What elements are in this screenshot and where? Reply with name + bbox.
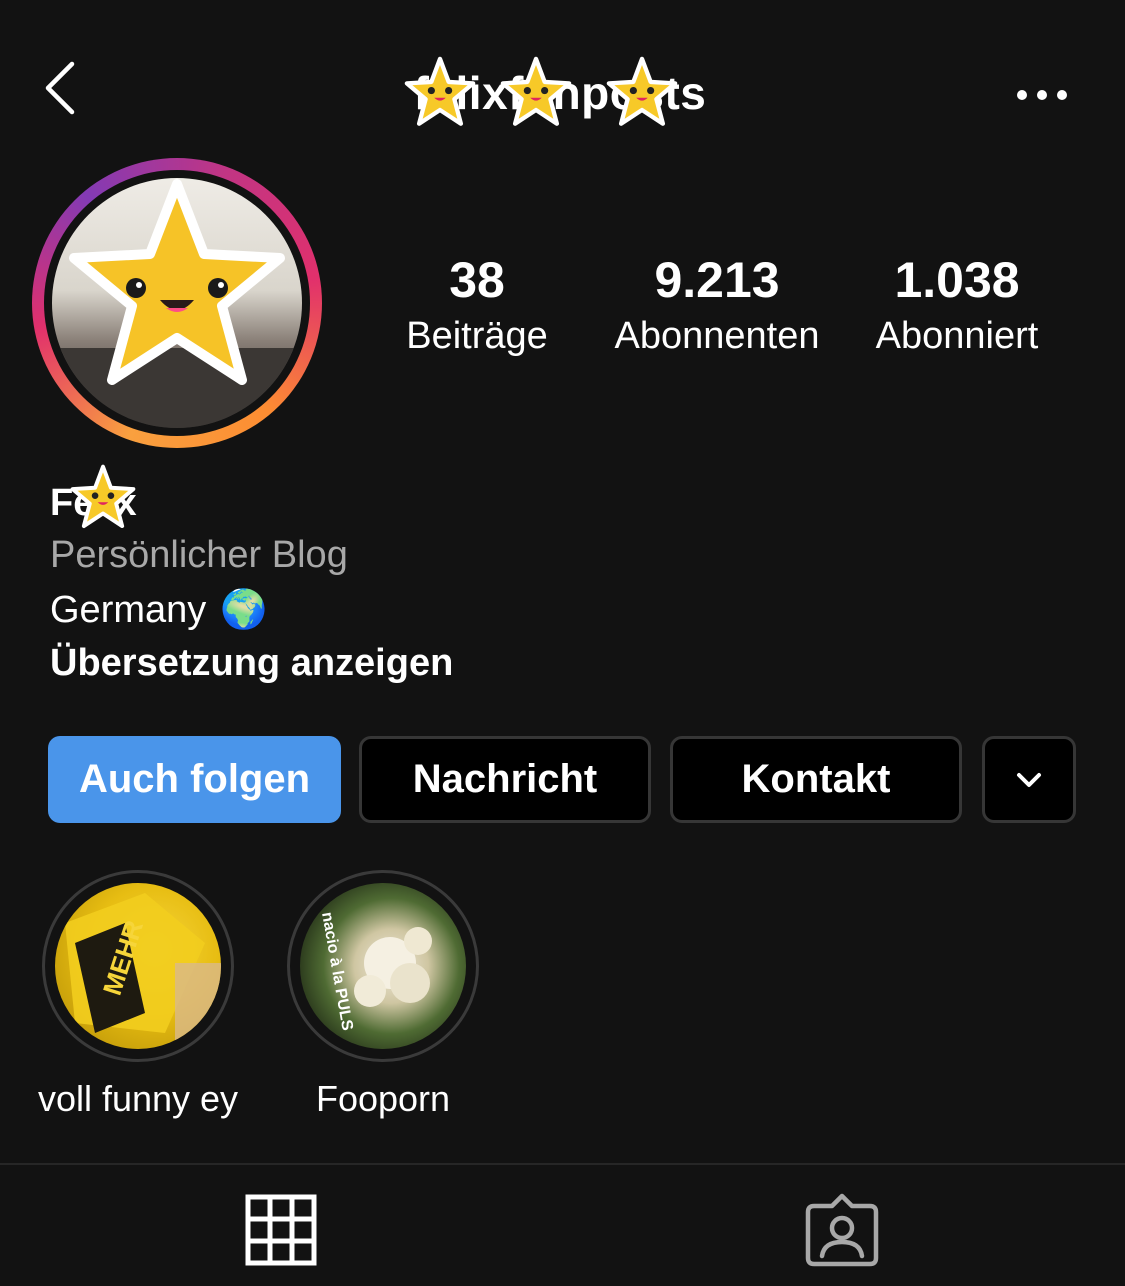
- star-sticker-icon: [606, 56, 678, 126]
- message-button[interactable]: Nachricht: [359, 736, 651, 823]
- highlight-item[interactable]: MEHR voll funny ey: [18, 870, 258, 1120]
- posts-count: 38: [449, 252, 505, 308]
- highlight-label: Fooporn: [315, 1078, 451, 1119]
- avatar[interactable]: [52, 178, 302, 428]
- highlight-label: voll funny ey: [37, 1078, 239, 1119]
- chevron-down-icon: [1017, 772, 1041, 787]
- bag-photo-icon: MEHR: [65, 893, 221, 1049]
- more-options-button[interactable]: [1012, 80, 1072, 110]
- stat-posts[interactable]: 38 Beiträge: [357, 252, 597, 362]
- suggested-accounts-button[interactable]: [982, 736, 1076, 823]
- highlight-thumbnail: MEHR: [55, 883, 221, 1049]
- tabs-divider: [0, 1163, 1125, 1165]
- highlight-item[interactable]: nacio à la PULS Fooporn: [263, 870, 503, 1120]
- posts-label: Beiträge: [406, 315, 548, 357]
- highlight-thumbnail: nacio à la PULS: [300, 883, 466, 1049]
- location-text: Germany: [50, 588, 207, 631]
- follow-back-button[interactable]: Auch folgen: [48, 736, 341, 823]
- followers-count: 9.213: [654, 252, 780, 308]
- stat-followers[interactable]: 9.213 Abonnenten: [597, 252, 837, 362]
- more-horizontal-icon: [1017, 90, 1067, 100]
- chevron-left-icon: [45, 61, 75, 115]
- food-photo-icon: nacio à la PULS: [318, 911, 432, 1032]
- star-sticker-icon: [404, 56, 476, 126]
- profile-category: Persönlicher Blog: [50, 534, 348, 576]
- stat-following[interactable]: 1.038 Abonniert: [837, 252, 1077, 362]
- globe-icon: 🌍: [220, 589, 268, 631]
- followers-label: Abonnenten: [614, 315, 820, 357]
- highlight-thumb-text: nacio à la PULS: [318, 911, 356, 1032]
- tab-tagged[interactable]: [802, 1190, 882, 1270]
- tagged-person-icon: [805, 1193, 879, 1267]
- following-count: 1.038: [894, 252, 1020, 308]
- profile-screen: felixfunposts: [0, 0, 1125, 1286]
- back-button[interactable]: [40, 58, 84, 118]
- star-sticker-icon: [70, 464, 136, 529]
- translate-link[interactable]: Übersetzung anzeigen: [50, 642, 453, 685]
- grid-icon: [245, 1194, 317, 1266]
- star-sticker-icon: [500, 56, 572, 126]
- contact-button[interactable]: Kontakt: [670, 736, 962, 823]
- following-label: Abonniert: [875, 315, 1039, 357]
- highlight-ring: nacio à la PULS: [287, 870, 479, 1062]
- username-header: felixfunposts: [380, 56, 740, 136]
- avatar-star-sticker-icon: [52, 179, 302, 428]
- tab-grid[interactable]: [241, 1190, 321, 1270]
- highlight-ring: MEHR: [42, 870, 234, 1062]
- bio-location: Germany 🌍: [50, 588, 268, 632]
